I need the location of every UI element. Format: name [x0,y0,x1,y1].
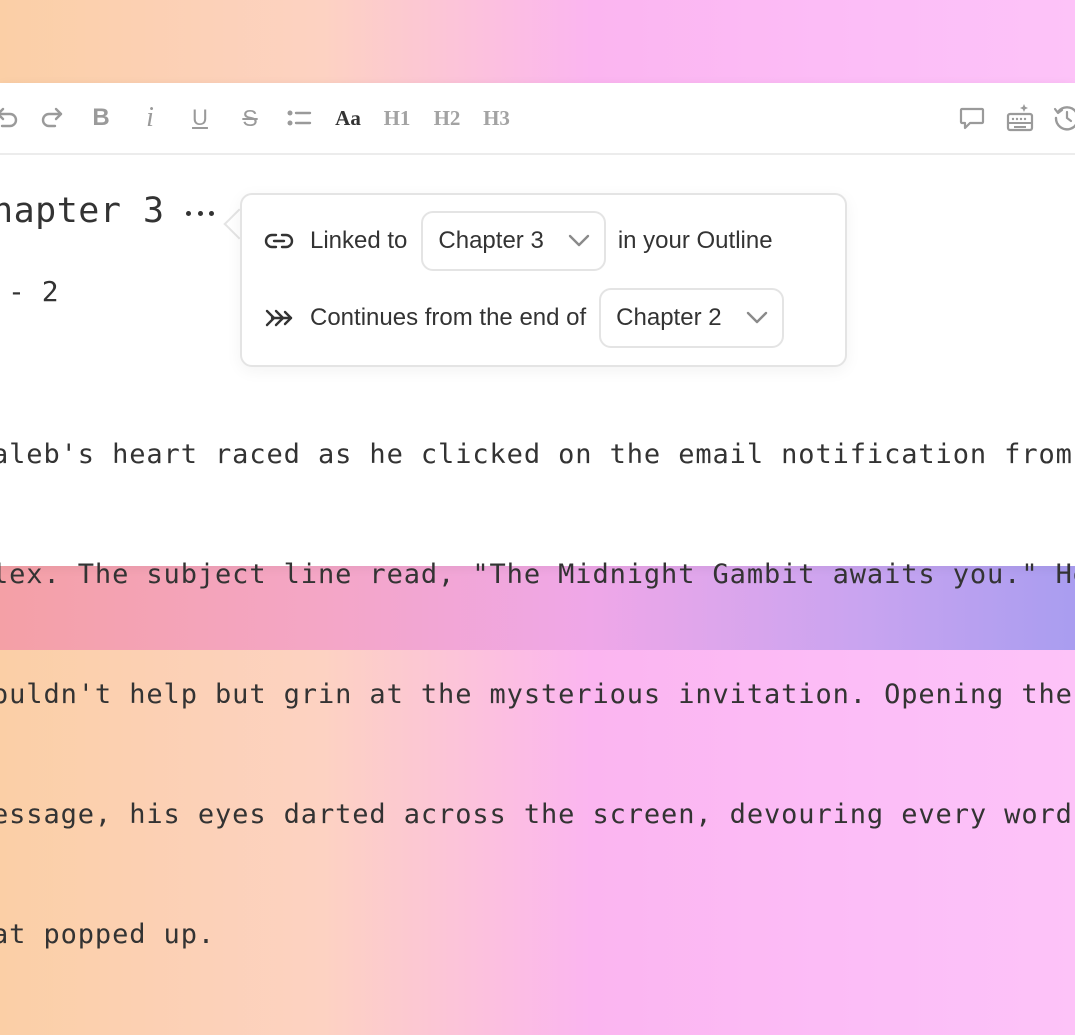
underline-button[interactable]: U [188,101,212,135]
continues-chapter-select[interactable]: Chapter 2 [599,288,784,348]
comment-icon [959,107,985,130]
heading-1-label: H1 [383,105,411,130]
history-icon [1053,106,1075,131]
linked-chapter-select[interactable]: Chapter 3 [421,211,606,271]
bullet-list-icon [287,110,312,126]
strikethrough-button[interactable]: S [238,101,262,135]
linked-chapter-value: Chapter 3 [438,227,544,254]
ai-typewriter-button[interactable] [1004,101,1036,135]
continues-row: Continues from the end of Chapter 2 [264,288,784,348]
undo-icon[interactable] [0,101,20,135]
chevron-down-icon [746,311,768,325]
heading-2-label: H2 [433,105,461,130]
dot-icon [197,210,203,216]
link-icon [264,226,294,256]
bold-icon: B [92,104,110,131]
body-line: at popped up. [0,919,216,950]
body-line: aleb's heart raced as he clicked on the … [0,439,1073,470]
continues-prefix-text: Continues from the end of [310,304,587,331]
comment-button[interactable] [957,101,987,135]
linked-suffix-text: in your Outline [617,227,773,254]
double-arrow-right-icon [264,303,294,333]
formatting-toolbar: B i U S Aa H1 H2 H3 [0,83,1075,155]
history-button[interactable] [1052,101,1075,135]
linked-row: Linked to Chapter 3 in your Outline [264,211,773,271]
heading-3-button[interactable]: H3 [481,101,512,135]
body-line: essage, his eyes darted across the scree… [0,799,1073,830]
chapter-options-icon[interactable] [186,201,214,225]
chapter-body-text[interactable]: aleb's heart raced as he clicked on the … [0,355,1075,1035]
chevron-down-icon [568,234,590,248]
underline-icon: U [192,105,208,130]
chapter-link-popover: Linked to Chapter 3 in your Outline Cont… [240,193,847,367]
dot-icon [209,210,214,216]
redo-icon[interactable] [38,101,68,135]
continues-chapter-value: Chapter 2 [616,304,722,331]
heading-2-button[interactable]: H2 [432,101,462,135]
heading-1-button[interactable]: H1 [382,101,412,135]
heading-3-label: H3 [483,105,510,130]
scene-subheading[interactable]: - 2 [8,275,59,308]
dot-icon [186,210,191,216]
body-line: lex. The subject line read, "The Midnigh… [0,559,1075,590]
ai-typewriter-icon [1006,104,1034,132]
chapter-heading[interactable]: hapter 3 [0,191,165,231]
body-line: ouldn't help but grin at the mysterious … [0,679,1073,710]
italic-icon: i [146,102,154,133]
strikethrough-icon: S [242,104,258,131]
linked-prefix-text: Linked to [310,227,408,254]
italic-button[interactable]: i [138,101,162,135]
bold-button[interactable]: B [88,101,114,135]
font-style-label: Aa [335,105,361,130]
font-style-button[interactable]: Aa [332,101,364,135]
bullet-list-button[interactable] [285,101,313,135]
